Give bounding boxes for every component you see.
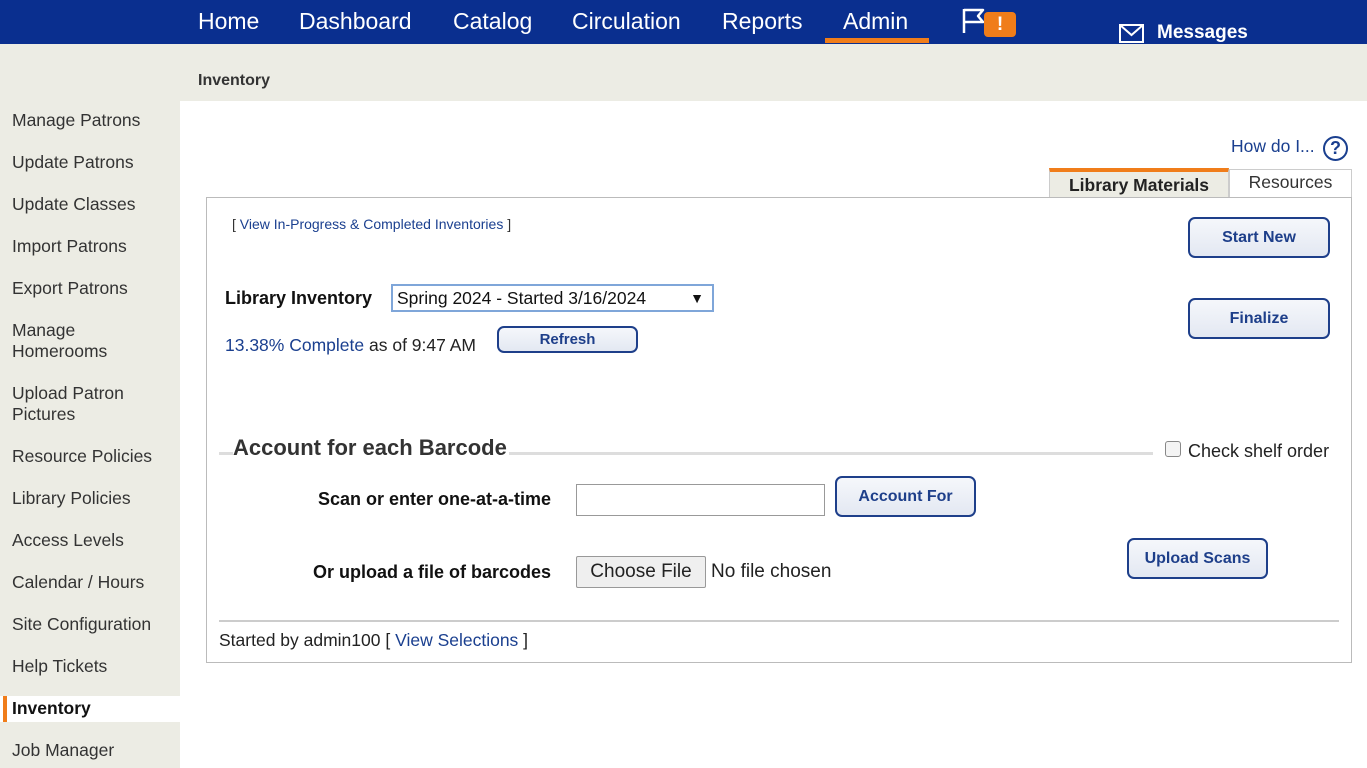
- nav-home[interactable]: Home: [198, 8, 259, 35]
- view-selections-link[interactable]: View Selections: [395, 630, 518, 650]
- check-shelf-order-label: Check shelf order: [1188, 441, 1330, 461]
- sidebar-item-export-patrons[interactable]: Export Patrons: [12, 278, 177, 299]
- inventory-select[interactable]: Spring 2024 - Started 3/16/2024 ▼: [391, 284, 714, 312]
- sidebar-item-library-policies[interactable]: Library Policies: [12, 488, 177, 509]
- bracket-open: [: [385, 630, 396, 650]
- nav-circulation[interactable]: Circulation: [572, 8, 681, 35]
- scan-label: Scan or enter one-at-a-time: [318, 489, 552, 509]
- view-inventories-link-wrapper: [ View In-Progress & Completed Inventori…: [232, 216, 511, 232]
- started-by-info: Started by admin100 [ View Selections ]: [219, 630, 528, 651]
- sidebar-item-resource-policies[interactable]: Resource Policies: [12, 446, 177, 467]
- completion-status: 13.38% Complete as of 9:47 AM: [225, 335, 476, 356]
- percent-complete-link[interactable]: 13.38% Complete: [225, 335, 364, 355]
- choose-file-button[interactable]: Choose File: [576, 556, 706, 588]
- sidebar-item-import-patrons[interactable]: Import Patrons: [12, 236, 177, 257]
- how-do-i-link[interactable]: How do I...: [1231, 136, 1315, 157]
- bracket-open: [: [232, 216, 240, 232]
- sidebar-item-manage-patrons[interactable]: Manage Patrons: [12, 110, 177, 131]
- footer-divider: [219, 620, 1339, 622]
- breadcrumb-bar: Inventory: [0, 44, 1367, 101]
- as-of-time: as of 9:47 AM: [364, 335, 476, 355]
- nav-reports[interactable]: Reports: [722, 8, 803, 35]
- sidebar-item-calendar-hours[interactable]: Calendar / Hours: [12, 572, 177, 593]
- sidebar-item-manage-homerooms[interactable]: Manage Homerooms: [12, 320, 132, 362]
- refresh-button[interactable]: Refresh: [497, 326, 638, 353]
- sidebar-item-site-configuration[interactable]: Site Configuration: [12, 614, 177, 635]
- messages-link[interactable]: Messages: [1157, 22, 1248, 44]
- sidebar-item-job-manager[interactable]: Job Manager: [12, 740, 177, 761]
- barcode-input[interactable]: [576, 484, 825, 516]
- upload-label: Or upload a file of barcodes: [313, 562, 552, 582]
- sidebar-item-update-patrons[interactable]: Update Patrons: [12, 152, 177, 173]
- account-for-button[interactable]: Account For: [835, 476, 976, 517]
- inventory-select-value: Spring 2024 - Started 3/16/2024: [397, 288, 647, 308]
- nav-admin[interactable]: Admin: [843, 8, 908, 35]
- alert-badge[interactable]: !: [984, 12, 1016, 37]
- tab-library-materials[interactable]: Library Materials: [1049, 168, 1229, 198]
- sidebar-item-help-tickets[interactable]: Help Tickets: [12, 656, 177, 677]
- nav-catalog[interactable]: Catalog: [453, 8, 532, 35]
- bracket-close: ]: [518, 630, 529, 650]
- page-title: Inventory: [198, 72, 271, 89]
- sidebar-item-update-classes[interactable]: Update Classes: [12, 194, 177, 215]
- no-file-chosen-text: No file chosen: [711, 561, 832, 582]
- finalize-button[interactable]: Finalize: [1188, 298, 1330, 339]
- section-title: Account for each Barcode: [233, 435, 509, 461]
- dropdown-arrow-icon: ▼: [690, 290, 704, 306]
- library-inventory-label: Library Inventory: [225, 288, 373, 308]
- sidebar-item-upload-patron-pictures[interactable]: Upload Patron Pictures: [12, 383, 152, 425]
- nav-dashboard[interactable]: Dashboard: [299, 8, 412, 35]
- start-new-button[interactable]: Start New: [1188, 217, 1330, 258]
- top-navigation-bar: Home Dashboard Catalog Circulation Repor…: [0, 0, 1367, 44]
- sidebar-active-indicator: [3, 696, 7, 722]
- started-by-text: Started by admin100: [219, 630, 386, 650]
- bracket-close: ]: [503, 216, 512, 232]
- check-shelf-order-checkbox[interactable]: [1165, 441, 1181, 457]
- upload-scans-button[interactable]: Upload Scans: [1127, 538, 1268, 579]
- nav-admin-active-indicator: [825, 38, 929, 43]
- inventory-panel: [206, 197, 1352, 663]
- help-icon[interactable]: ?: [1323, 136, 1348, 161]
- mail-icon[interactable]: [1119, 24, 1144, 43]
- sidebar-item-inventory[interactable]: Inventory: [12, 698, 177, 719]
- tab-resources[interactable]: Resources: [1229, 169, 1352, 198]
- view-inventories-link[interactable]: View In-Progress & Completed Inventories: [240, 216, 504, 232]
- sidebar-item-access-levels[interactable]: Access Levels: [12, 530, 177, 551]
